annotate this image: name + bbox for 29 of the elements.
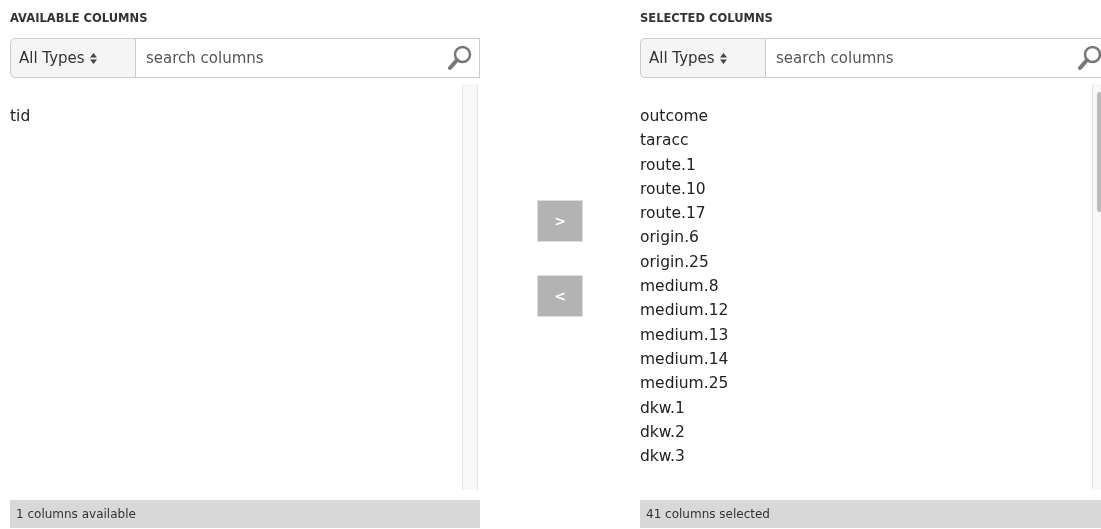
column-item[interactable]: route.10: [640, 176, 706, 202]
column-item[interactable]: taracc: [640, 128, 689, 153]
column-item[interactable]: origin.6: [640, 225, 699, 250]
panel-heading: SELECTED COLUMNS: [640, 10, 774, 26]
status-footer: 41 columns selected: [640, 500, 1101, 528]
scrollbar-track[interactable]: [462, 84, 478, 490]
column-item[interactable]: tid: [10, 104, 31, 129]
column-item[interactable]: medium.8: [640, 274, 719, 299]
column-item[interactable]: medium.13: [640, 322, 729, 347]
status-footer: 1 columns available: [10, 500, 480, 528]
column-item[interactable]: dkw.2: [640, 419, 685, 445]
column-item[interactable]: dkw.1: [640, 395, 685, 420]
column-item[interactable]: medium.12: [640, 298, 729, 323]
type-filter-select[interactable]: All Types: [640, 38, 766, 78]
search-field[interactable]: search columns: [136, 38, 480, 78]
type-filter-select[interactable]: All Types: [10, 38, 136, 78]
search-icon: [1078, 45, 1101, 71]
column-item[interactable]: origin.25: [640, 249, 709, 275]
column-item[interactable]: dkw.3: [640, 444, 685, 469]
panel-heading: AVAILABLE COLUMNS: [10, 10, 149, 26]
column-item[interactable]: medium.14: [640, 346, 729, 372]
sort-arrows-icon: [719, 52, 727, 64]
column-item[interactable]: route.17: [640, 201, 706, 226]
column-item[interactable]: route.1: [640, 152, 696, 177]
column-item[interactable]: medium.25: [640, 371, 729, 396]
search-field[interactable]: search columns: [766, 38, 1101, 78]
column-item[interactable]: outcome: [640, 104, 709, 129]
search-icon: [448, 45, 472, 71]
sort-arrows-icon: [89, 52, 97, 64]
